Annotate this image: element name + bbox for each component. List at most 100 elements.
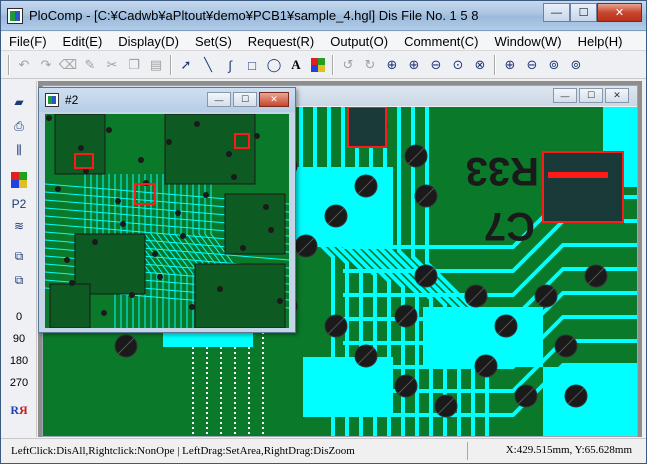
mirror-r-icon[interactable]: RЯ (4, 399, 34, 421)
child2-maximize-button[interactable]: ☐ (233, 92, 257, 107)
paste-icon[interactable]: ▤ (145, 54, 167, 76)
pad (138, 157, 144, 163)
component-highlight (542, 151, 624, 223)
pad (231, 174, 237, 180)
redo-view-icon[interactable]: ↻ (359, 54, 381, 76)
close-button[interactable]: ✕ (597, 3, 642, 22)
menu-set[interactable]: Set(S) (187, 34, 240, 49)
toolbar-separator (170, 55, 172, 75)
color-palette-graphic (311, 58, 325, 72)
rotate-180-button[interactable]: 180 (4, 351, 34, 371)
cut-icon[interactable]: ✂ (101, 54, 123, 76)
main-toolbar: ↶ ↷ ⌫ ✎ ✂ ❐ ▤ ➚ ╲ ∫ □ ◯ A ↺ ↻ ⊕ ⊕ ⊖ ⊙ ⊗ … (1, 52, 646, 79)
left-toolbar: ▰ ⎙ ⫼ P2 ≋ ⧉ ⧉ 0 90 180 270 RЯ (1, 81, 37, 437)
pointer-icon[interactable]: ➚ (175, 54, 197, 76)
child2-close-button[interactable]: ✕ (259, 92, 289, 107)
app-icon[interactable] (7, 8, 23, 24)
menu-output[interactable]: Output(O) (322, 34, 396, 49)
line-icon[interactable]: ╲ (197, 54, 219, 76)
menu-window[interactable]: Window(W) (486, 34, 569, 49)
pad (226, 151, 232, 157)
page-paste-icon[interactable]: ⧉ (4, 269, 34, 291)
menu-request[interactable]: Request(R) (240, 34, 322, 49)
child-main-maximize-button[interactable]: ☐ (579, 88, 603, 103)
child2-titlebar[interactable]: #2 — ☐ ✕ (39, 88, 295, 112)
curve-icon[interactable]: ∫ (219, 54, 241, 76)
child-window-2: #2 — ☐ ✕ (38, 87, 296, 333)
pad (152, 251, 158, 257)
toolbar-separator (332, 55, 334, 75)
pen-icon[interactable]: ✎ (79, 54, 101, 76)
rectangle-icon[interactable]: □ (241, 54, 263, 76)
status-divider (467, 442, 468, 460)
pad (78, 145, 84, 151)
toolbar-separator (8, 55, 10, 75)
zoom-reset-icon[interactable]: ⊗ (469, 54, 491, 76)
pad (194, 121, 200, 127)
child-main-minimize-button[interactable]: — (553, 88, 577, 103)
title-bar[interactable]: PloComp - [C:¥Cadwb¥aPltout¥demo¥PCB1¥sa… (1, 1, 646, 31)
menu-file[interactable]: File(F) (1, 34, 55, 49)
pad (240, 245, 246, 251)
status-coordinates: X:429.515mm, Y:65.628mm (505, 444, 632, 456)
child2-icon[interactable] (45, 93, 59, 107)
layer-color-icon[interactable] (4, 169, 34, 191)
text-icon[interactable]: A (285, 54, 307, 76)
caption-buttons: — ☐ ✕ (543, 3, 642, 22)
pcb-canvas-overview[interactable] (45, 114, 289, 328)
zoom-minus-icon[interactable]: ⊖ (521, 54, 543, 76)
pad (69, 280, 75, 286)
undo-view-icon[interactable]: ↺ (337, 54, 359, 76)
ellipse-icon[interactable]: ◯ (263, 54, 285, 76)
menu-comment[interactable]: Comment(C) (396, 34, 486, 49)
child-main-caption-buttons: — ☐ ✕ (551, 88, 629, 103)
rotate-90-button[interactable]: 90 (4, 329, 34, 349)
pad (115, 198, 121, 204)
pad (46, 115, 52, 121)
status-bar: LeftClick:DisAll,Rightclick:NonOpe | Lef… (1, 438, 646, 463)
toolbar-separator (494, 55, 496, 75)
copy-icon[interactable]: ❐ (123, 54, 145, 76)
zoom-plus-icon[interactable]: ⊕ (499, 54, 521, 76)
eraser-icon[interactable]: ⌫ (57, 54, 79, 76)
pad (101, 310, 107, 316)
component-highlight (347, 107, 387, 148)
redo-icon[interactable]: ↷ (35, 54, 57, 76)
window-title: PloComp - [C:¥Cadwb¥aPltout¥demo¥PCB1¥sa… (29, 8, 479, 23)
child-main-close-button[interactable]: ✕ (605, 88, 629, 103)
minimize-button[interactable]: — (543, 3, 570, 22)
layer-select-dropdown[interactable]: P2 (4, 193, 34, 215)
layer-tool-icon[interactable]: ⫼ (4, 139, 34, 161)
component-highlight-bar (548, 172, 608, 178)
undo-icon[interactable]: ↶ (13, 54, 35, 76)
zoom-down-icon[interactable]: ⊚ (565, 54, 587, 76)
page-copy-icon[interactable]: ⧉ (4, 245, 34, 267)
open-folder-icon[interactable]: ▰ (4, 91, 34, 113)
zoom-area-icon[interactable]: ⊕ (381, 54, 403, 76)
menu-help[interactable]: Help(H) (570, 34, 631, 49)
pad (277, 298, 283, 304)
layers-icon[interactable]: ≋ (4, 215, 34, 237)
zoom-fit-icon[interactable]: ⊙ (447, 54, 469, 76)
menu-edit[interactable]: Edit(E) (55, 34, 111, 49)
pad (55, 186, 61, 192)
rotate-270-button[interactable]: 270 (4, 373, 34, 393)
component-body (54, 114, 106, 175)
maximize-button[interactable]: ☐ (570, 3, 597, 22)
pad (120, 221, 126, 227)
zoom-out-icon[interactable]: ⊖ (425, 54, 447, 76)
pad (64, 257, 70, 263)
pad (175, 210, 181, 216)
color-palette-icon[interactable] (307, 54, 329, 76)
component-body (49, 283, 91, 328)
zoom-up-icon[interactable]: ⊚ (543, 54, 565, 76)
child2-caption-buttons: — ☐ ✕ (205, 92, 289, 107)
print-icon[interactable]: ⎙ (4, 115, 34, 137)
pcb-label-r33: R33 (466, 149, 539, 193)
child2-minimize-button[interactable]: — (207, 92, 231, 107)
pcb-label-c7: C7 (484, 204, 535, 248)
copper-fill-area (543, 367, 637, 436)
menu-display[interactable]: Display(D) (110, 34, 187, 49)
zoom-in-icon[interactable]: ⊕ (403, 54, 425, 76)
rotate-0-button[interactable]: 0 (4, 307, 34, 327)
